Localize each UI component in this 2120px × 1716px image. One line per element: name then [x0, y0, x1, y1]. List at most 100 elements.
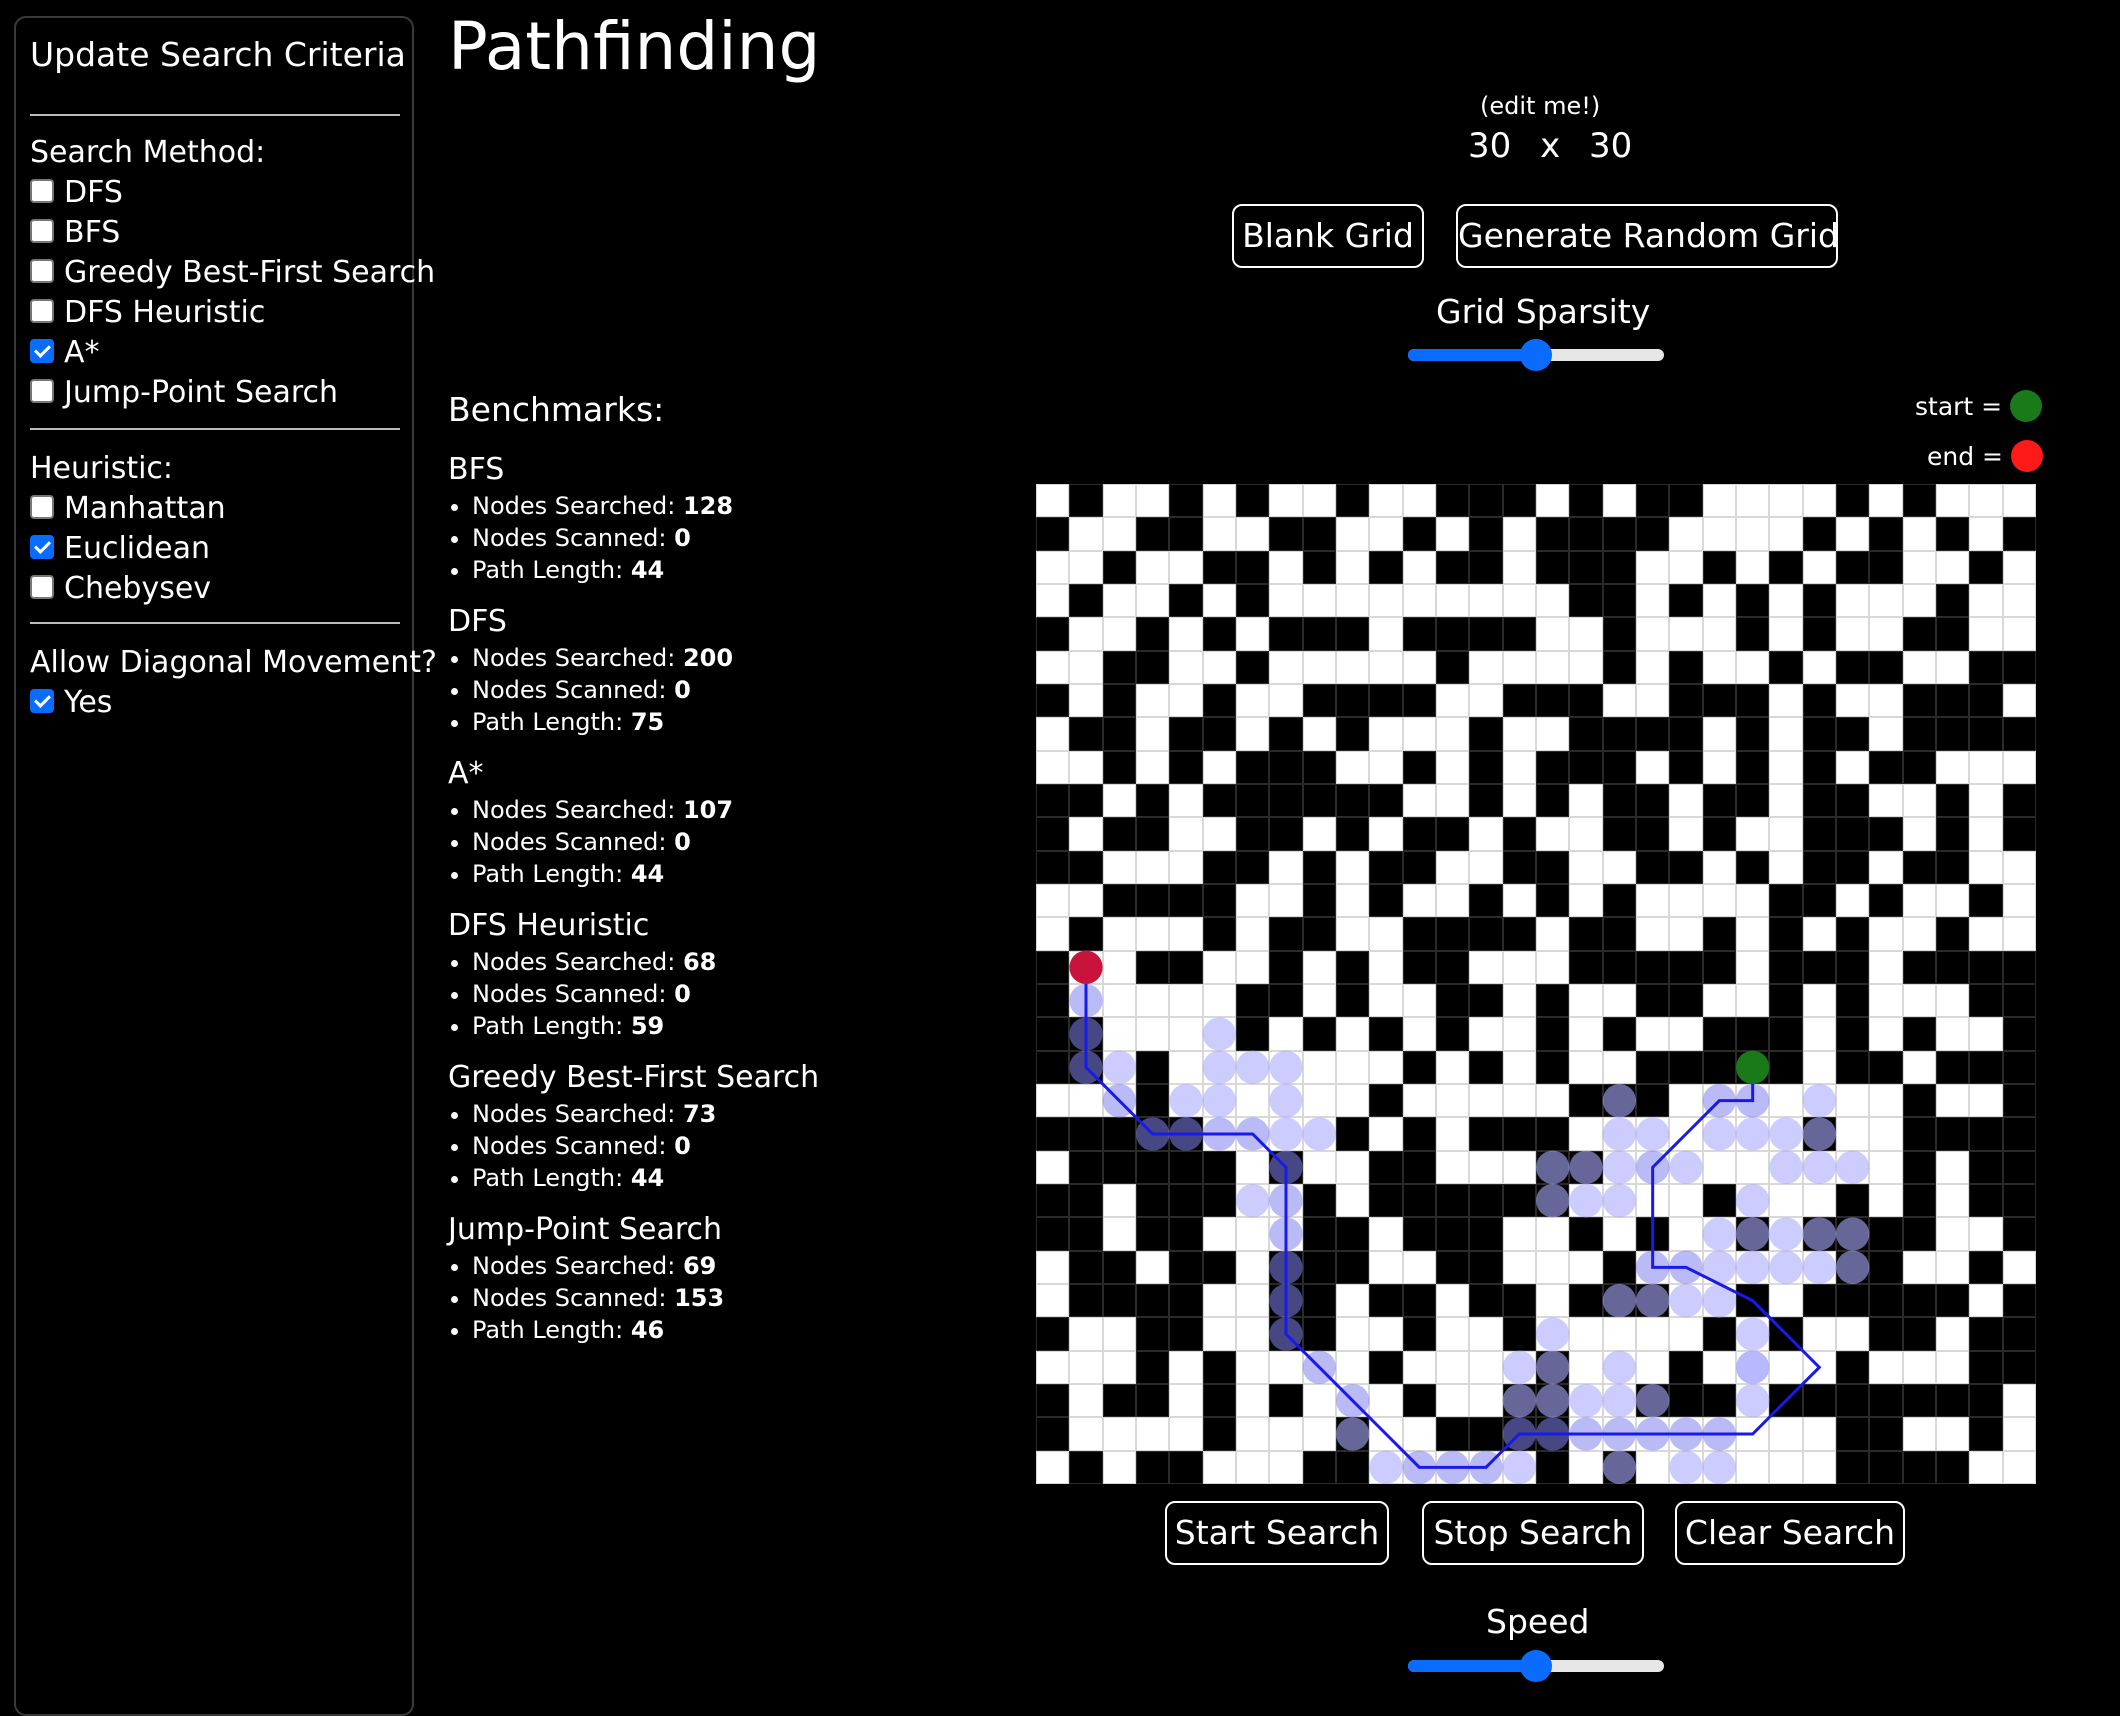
wall-cell[interactable]	[1169, 717, 1203, 751]
sparsity-slider[interactable]	[1408, 339, 1664, 371]
method-option-jps[interactable]: Jump-Point Search	[30, 378, 338, 408]
grid-cell[interactable]	[1802, 983, 1836, 1018]
grid-cell[interactable]	[1102, 484, 1136, 518]
wall-cell[interactable]	[1369, 1083, 1403, 1118]
grid-cell[interactable]	[1102, 1183, 1136, 1218]
wall-cell[interactable]	[1269, 950, 1303, 984]
wall-cell[interactable]	[2002, 1150, 2036, 1184]
wall-cell[interactable]	[1435, 1250, 1470, 1284]
grid-cell[interactable]	[1602, 1317, 1636, 1351]
grid-cell[interactable]	[1569, 783, 1603, 818]
grid-cell[interactable]	[1069, 617, 1103, 651]
grid-cell[interactable]	[1735, 550, 1770, 584]
grid-cell[interactable]	[1269, 1083, 1303, 1118]
grid-cell[interactable]	[1202, 1117, 1236, 1151]
grid-cell[interactable]	[1402, 550, 1436, 584]
grid-cell[interactable]	[1369, 1117, 1403, 1151]
grid-cell[interactable]	[1869, 1017, 1903, 1051]
grid-cell[interactable]	[1269, 683, 1303, 718]
grid-cell[interactable]	[1902, 550, 1936, 584]
grid-cell[interactable]	[1535, 484, 1570, 518]
grid-cell[interactable]	[1302, 717, 1336, 751]
grid-cell[interactable]	[1935, 1150, 1970, 1184]
grid-cell[interactable]	[1869, 783, 1903, 818]
wall-cell[interactable]	[1269, 517, 1303, 551]
grid-cell[interactable]	[1702, 850, 1736, 884]
grid-cell[interactable]	[1102, 1083, 1136, 1118]
method-option-dfs-heuristic[interactable]: DFS Heuristic	[30, 298, 265, 328]
grid-cell[interactable]	[1402, 717, 1436, 751]
grid-cell[interactable]	[1669, 517, 1703, 551]
grid-cell[interactable]	[1869, 717, 1903, 751]
grid-cell[interactable]	[1435, 1350, 1470, 1384]
wall-cell[interactable]	[1235, 583, 1270, 618]
grid-cell[interactable]	[1502, 1083, 1536, 1118]
wall-cell[interactable]	[1402, 1183, 1436, 1218]
wall-cell[interactable]	[1602, 583, 1636, 618]
wall-cell[interactable]	[1335, 1217, 1370, 1251]
grid-cell[interactable]	[1535, 1083, 1570, 1118]
grid-cell[interactable]	[1069, 1350, 1103, 1384]
grid-cell[interactable]	[1602, 983, 1636, 1018]
wall-cell[interactable]	[1469, 1250, 1503, 1284]
wall-cell[interactable]	[1769, 650, 1803, 684]
wall-cell[interactable]	[1969, 1050, 2003, 1084]
wall-cell[interactable]	[1102, 1117, 1136, 1151]
heuristic-checkbox-chebysev[interactable]	[30, 575, 54, 599]
wall-cell[interactable]	[1935, 717, 1970, 751]
wall-cell[interactable]	[1802, 1283, 1836, 1318]
grid-cell[interactable]	[1669, 550, 1703, 584]
wall-cell[interactable]	[1135, 1117, 1170, 1151]
grid-cell[interactable]	[1202, 1283, 1236, 1318]
wall-cell[interactable]	[1969, 1183, 2003, 1218]
wall-cell[interactable]	[1102, 683, 1136, 718]
wall-cell[interactable]	[1935, 1117, 1970, 1151]
grid-cell[interactable]	[1769, 1083, 1803, 1118]
grid-cell[interactable]	[1235, 1450, 1270, 1484]
grid-cell[interactable]	[1235, 883, 1270, 918]
grid-cell[interactable]	[1802, 1150, 1836, 1184]
wall-cell[interactable]	[1202, 683, 1236, 718]
grid-cell[interactable]	[1069, 817, 1103, 851]
method-checkbox-jps[interactable]	[30, 379, 54, 403]
grid-cell[interactable]	[1135, 683, 1170, 718]
grid-cell[interactable]	[1335, 1383, 1370, 1418]
method-option-dfs[interactable]: DFS	[30, 178, 123, 208]
grid-cell[interactable]	[1036, 1450, 1070, 1484]
wall-cell[interactable]	[1769, 1017, 1803, 1051]
grid-cell[interactable]	[1735, 983, 1770, 1018]
wall-cell[interactable]	[1802, 517, 1836, 551]
wall-cell[interactable]	[1835, 983, 1870, 1018]
grid-cell[interactable]	[1335, 750, 1370, 784]
grid-cell[interactable]	[1335, 1083, 1370, 1118]
grid-cell[interactable]	[1635, 1150, 1670, 1184]
grid-cell[interactable]	[2002, 617, 2036, 651]
wall-cell[interactable]	[1602, 517, 1636, 551]
grid-cell[interactable]	[1735, 1417, 1770, 1451]
grid-cell[interactable]	[1269, 1017, 1303, 1051]
grid-cell[interactable]	[1202, 983, 1236, 1018]
grid-cell[interactable]	[1535, 1250, 1570, 1284]
wall-cell[interactable]	[2002, 1317, 2036, 1351]
wall-cell[interactable]	[1702, 550, 1736, 584]
grid-cell[interactable]	[1335, 1150, 1370, 1184]
heuristic-checkbox-euclidean[interactable]	[30, 535, 54, 559]
grid-cell[interactable]	[1802, 1083, 1836, 1118]
grid-cell[interactable]	[1235, 683, 1270, 718]
grid-cell[interactable]	[1435, 1050, 1470, 1084]
wall-cell[interactable]	[1769, 883, 1803, 918]
grid-cell[interactable]	[1902, 1417, 1936, 1451]
grid-cell[interactable]	[1635, 650, 1670, 684]
grid-cell[interactable]	[1869, 950, 1903, 984]
grid-cell[interactable]	[1402, 1450, 1436, 1484]
grid-cell[interactable]	[1935, 1317, 1970, 1351]
grid-cell[interactable]	[1235, 1150, 1270, 1184]
wall-cell[interactable]	[1535, 1450, 1570, 1484]
grid-cell[interactable]	[1102, 1017, 1136, 1051]
grid-cell[interactable]	[1769, 683, 1803, 718]
grid-cell[interactable]	[1569, 883, 1603, 918]
wall-cell[interactable]	[1902, 750, 1936, 784]
grid-cell[interactable]	[1302, 650, 1336, 684]
grid-cell[interactable]	[1102, 1417, 1136, 1451]
wall-cell[interactable]	[1302, 517, 1336, 551]
